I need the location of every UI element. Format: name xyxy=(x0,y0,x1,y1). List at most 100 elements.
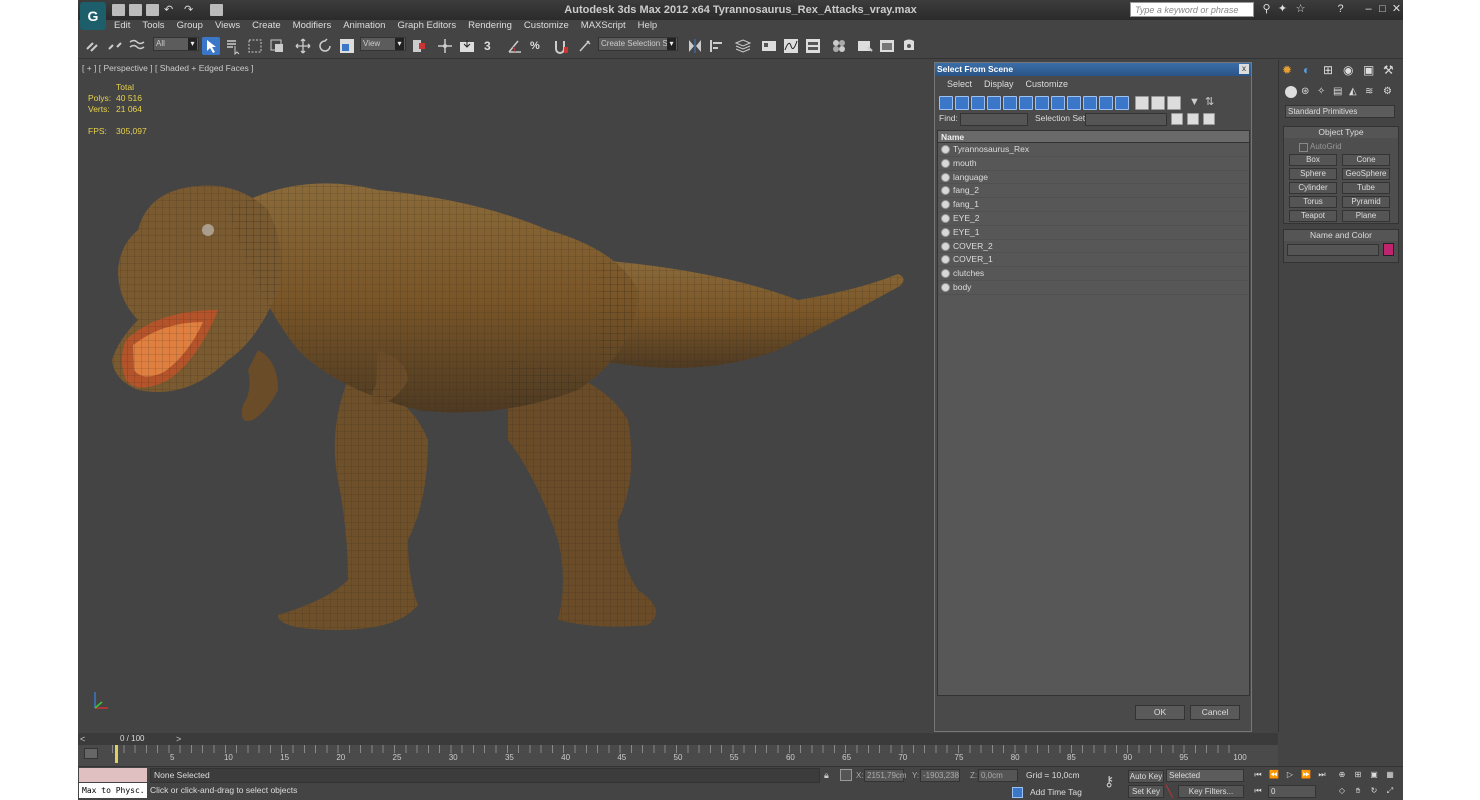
display-groups-icon[interactable] xyxy=(1035,96,1049,110)
key-filters-button[interactable]: Key Filters... xyxy=(1178,785,1244,798)
dialog-menu-select[interactable]: Select xyxy=(941,78,978,91)
selection-set-dropdown[interactable] xyxy=(1085,113,1167,126)
snaps-toggle-icon[interactable]: 3 xyxy=(484,37,502,55)
maximize-icon[interactable]: □ xyxy=(1376,3,1389,16)
angle-snap-icon[interactable] xyxy=(506,37,524,55)
display-tab-icon[interactable]: ▣ xyxy=(1363,63,1377,77)
dialog-menu-customize[interactable]: Customize xyxy=(1020,78,1075,91)
play-icon[interactable]: ▷ xyxy=(1284,770,1296,780)
menu-create[interactable]: Create xyxy=(246,19,287,33)
menu-customize[interactable]: Customize xyxy=(518,19,575,33)
close-icon[interactable]: ✕ xyxy=(1390,3,1403,16)
cone-button[interactable]: Cone xyxy=(1342,154,1390,166)
add-time-tag[interactable]: Add Time Tag xyxy=(1030,787,1082,797)
reference-coordinate-dropdown[interactable]: View xyxy=(360,37,406,51)
align-icon[interactable] xyxy=(708,37,726,55)
display-containers-icon[interactable] xyxy=(1083,96,1097,110)
menu-graph-editors[interactable]: Graph Editors xyxy=(391,19,462,33)
minimize-icon[interactable]: – xyxy=(1362,3,1375,16)
display-geometry-icon[interactable] xyxy=(939,96,953,110)
y-coordinate-field[interactable]: -1903,238 xyxy=(920,769,960,782)
communication-icon[interactable]: ✦ xyxy=(1276,3,1289,16)
next-frame-icon[interactable]: ⏩ xyxy=(1300,770,1312,780)
geometry-icon[interactable] xyxy=(1285,86,1297,98)
geosphere-button[interactable]: GeoSphere xyxy=(1342,168,1390,180)
modify-tab-icon[interactable]: ◐ xyxy=(1303,63,1317,77)
autogrid-checkbox[interactable]: AutoGrid xyxy=(1299,142,1342,152)
orbit-icon[interactable]: ↻ xyxy=(1368,786,1380,796)
menu-rendering[interactable]: Rendering xyxy=(462,19,518,33)
layer-manager-icon[interactable] xyxy=(734,37,752,55)
primitive-category-dropdown[interactable]: Standard Primitives xyxy=(1285,105,1395,118)
dialog-menu-display[interactable]: Display xyxy=(978,78,1020,91)
rotate-icon[interactable] xyxy=(316,37,334,55)
help-icon[interactable]: ? xyxy=(1334,3,1347,16)
list-item[interactable]: COVER_1 xyxy=(938,253,1249,268)
menu-maxscript[interactable]: MAXScript xyxy=(575,19,632,33)
pyramid-button[interactable]: Pyramid xyxy=(1342,196,1390,208)
curve-editor-mini-icon[interactable] xyxy=(84,748,98,759)
selection-set-edit-icon[interactable] xyxy=(1203,113,1215,125)
go-to-end-icon[interactable]: ⏭ xyxy=(1316,770,1328,780)
display-helpers-icon[interactable] xyxy=(1003,96,1017,110)
display-invert-icon[interactable] xyxy=(1167,96,1181,110)
bind-space-warp-icon[interactable] xyxy=(128,37,146,55)
hierarchy-tab-icon[interactable]: ⊞ xyxy=(1323,63,1337,77)
lights-icon[interactable]: ✧ xyxy=(1317,86,1329,98)
display-cameras-icon[interactable] xyxy=(987,96,1001,110)
object-name-field[interactable] xyxy=(1287,244,1379,256)
lock-selection-icon[interactable]: 🔒︎ xyxy=(824,770,829,781)
time-slider[interactable]: < 0 / 100 > xyxy=(78,733,1278,745)
utilities-tab-icon[interactable]: ⚒ xyxy=(1383,63,1397,77)
display-xrefs-icon[interactable] xyxy=(1051,96,1065,110)
render-production-icon[interactable] xyxy=(900,37,918,55)
selection-set-remove-icon[interactable] xyxy=(1187,113,1199,125)
display-hidden-icon[interactable] xyxy=(1115,96,1129,110)
list-item[interactable]: EYE_1 xyxy=(938,226,1249,240)
space-warps-icon[interactable]: ≋ xyxy=(1365,86,1377,98)
menu-tools[interactable]: Tools xyxy=(136,19,170,33)
select-by-name-icon[interactable] xyxy=(224,37,242,55)
render-setup-icon[interactable] xyxy=(856,37,874,55)
menu-edit[interactable]: Edit xyxy=(108,19,136,33)
list-item[interactable]: mouth xyxy=(938,157,1249,171)
spinner-snap-icon[interactable] xyxy=(552,37,570,55)
ok-button[interactable]: OK xyxy=(1135,705,1185,720)
display-shapes-icon[interactable] xyxy=(955,96,969,110)
mirror-icon[interactable] xyxy=(686,37,704,55)
maxscript-listener-output[interactable] xyxy=(79,768,147,782)
sync-selection-icon[interactable]: ⇅ xyxy=(1205,96,1219,110)
zoom-all-icon[interactable]: ⊞ xyxy=(1352,770,1364,780)
sphere-button[interactable]: Sphere xyxy=(1289,168,1337,180)
cylinder-button[interactable]: Cylinder xyxy=(1289,182,1337,194)
torus-button[interactable]: Torus xyxy=(1289,196,1337,208)
selection-set-add-icon[interactable] xyxy=(1171,113,1183,125)
material-editor-icon[interactable] xyxy=(830,37,848,55)
field-of-view-icon[interactable]: ◇ xyxy=(1336,786,1348,796)
box-button[interactable]: Box xyxy=(1289,154,1337,166)
list-item[interactable]: fang_2 xyxy=(938,184,1249,199)
graphite-ribbon-icon[interactable] xyxy=(760,37,778,55)
shapes-icon[interactable]: ⊛ xyxy=(1301,86,1313,98)
zoom-extents-all-icon[interactable]: ▦ xyxy=(1384,770,1396,780)
dialog-close-icon[interactable]: x xyxy=(1239,64,1249,74)
trex-model[interactable] xyxy=(78,60,933,732)
z-coordinate-field[interactable]: 0,0cm xyxy=(978,769,1018,782)
zoom-icon[interactable]: ⊕ xyxy=(1336,770,1348,780)
track-bar[interactable]: 5 10 15 20 25 30 35 40 45 50 55 60 65 70 75 80 85 90 95 100 xyxy=(78,745,1278,766)
list-item[interactable]: COVER_2 xyxy=(938,240,1249,254)
cameras-icon[interactable]: ▤ xyxy=(1333,86,1345,98)
window-crossing-icon[interactable] xyxy=(268,37,286,55)
display-space-warps-icon[interactable] xyxy=(1019,96,1033,110)
list-item[interactable]: EYE_2 xyxy=(938,212,1249,226)
percent-snap-icon[interactable]: % xyxy=(530,37,548,55)
object-color-swatch[interactable] xyxy=(1383,243,1394,256)
current-frame-field[interactable]: 0 xyxy=(1268,785,1316,798)
key-mode-toggle-icon[interactable]: ⏮ xyxy=(1252,786,1264,796)
curve-editor-icon[interactable] xyxy=(782,37,800,55)
rectangular-selection-icon[interactable] xyxy=(246,37,264,55)
favorites-icon[interactable]: ☆ xyxy=(1294,3,1307,16)
frame-counter[interactable]: 0 / 100 xyxy=(120,733,144,745)
pivot-center-icon[interactable] xyxy=(410,37,428,55)
display-frozen-icon[interactable] xyxy=(1099,96,1113,110)
